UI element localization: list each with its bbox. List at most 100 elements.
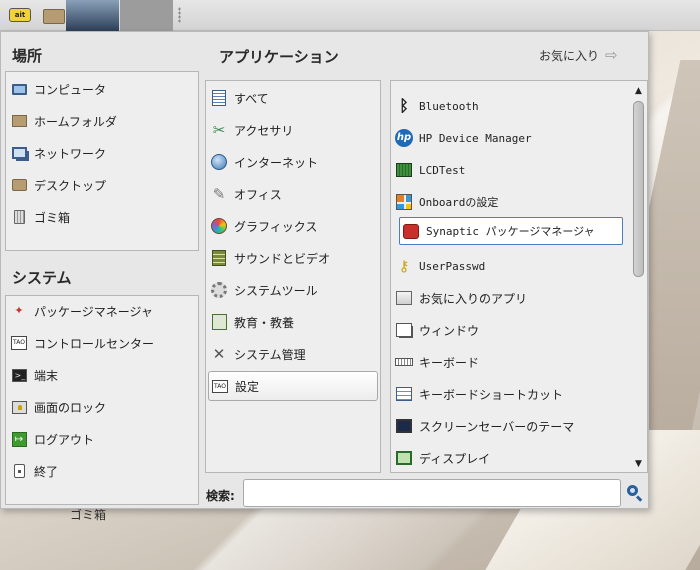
scroll-down-icon[interactable]: ▼ — [632, 458, 645, 470]
system-item-control-center[interactable]: TAO コントロールセンター — [10, 330, 154, 356]
places-item-computer[interactable]: コンピュータ — [10, 76, 106, 102]
app-item-synaptic[interactable]: Synaptic パッケージマネージャ — [399, 217, 623, 245]
places-item-label: コンピュータ — [34, 82, 107, 97]
lock-screen-icon — [10, 398, 28, 416]
package-manager-icon: ✦ — [14, 304, 24, 317]
search-label: 検索: — [206, 489, 235, 503]
places-item-trash[interactable]: ゴミ箱 — [10, 204, 70, 230]
places-item-label: ゴミ箱 — [34, 210, 71, 225]
taskbar-window-active[interactable] — [66, 0, 119, 31]
category-all[interactable]: すべて — [210, 85, 376, 111]
category-label: 教育・教養 — [234, 315, 295, 330]
category-list: すべて ✂ アクセサリ インターネット ✎ オフィス グラフィックス サウンドと… — [205, 80, 381, 473]
system-item-label: ログアウト — [34, 432, 95, 447]
search-icon[interactable] — [626, 484, 644, 502]
app-item-bluetooth[interactable]: ᛒ Bluetooth — [395, 93, 479, 119]
arrow-right-icon: ⇨ — [605, 46, 618, 64]
administration-icon: ✕ — [212, 345, 226, 363]
category-graphics[interactable]: グラフィックス — [210, 213, 376, 239]
category-sound-video[interactable]: サウンドとビデオ — [210, 245, 376, 271]
trash-icon — [10, 208, 28, 226]
sound-video-icon — [210, 249, 228, 267]
window-icon — [395, 321, 413, 339]
menu-launcher[interactable]: ait — [8, 4, 32, 26]
places-item-label: デスクトップ — [34, 178, 107, 193]
system-item-lock-screen[interactable]: 画面のロック — [10, 394, 106, 420]
settings-icon: TAO — [211, 377, 229, 395]
education-icon — [210, 313, 228, 331]
places-item-label: ホームフォルダ — [34, 114, 117, 129]
hp-icon: hp — [395, 129, 413, 147]
places-item-desktop[interactable]: デスクトップ — [10, 172, 106, 198]
category-education[interactable]: 教育・教養 — [210, 309, 376, 335]
application-menu: 場所 コンピュータ ホームフォルダ ネットワーク デスクトップ ゴミ箱 システム… — [0, 31, 649, 509]
folder-icon — [43, 9, 65, 24]
app-item-keyboard-shortcuts[interactable]: キーボードショートカット — [395, 381, 563, 407]
app-item-label: HP Device Manager — [419, 131, 532, 145]
app-item-onboard-settings[interactable]: Onboardの設定 — [395, 189, 498, 215]
logout-icon: ↦ — [10, 430, 28, 448]
app-item-display[interactable]: ディスプレイ — [395, 445, 490, 471]
category-label: アクセサリ — [234, 123, 294, 138]
system-item-package-manager[interactable]: ✦ パッケージマネージャ — [10, 298, 153, 324]
app-item-label: キーボードショートカット — [419, 387, 564, 402]
key-icon: ⚷ — [398, 257, 410, 275]
network-icon — [10, 144, 28, 162]
category-system-tools[interactable]: システムツール — [210, 277, 376, 303]
keyboard-shortcuts-icon — [395, 385, 413, 403]
category-administration[interactable]: ✕ システム管理 — [210, 341, 376, 367]
app-item-label: キーボード — [419, 355, 480, 370]
home-folder-icon — [10, 112, 28, 130]
app-item-label: Bluetooth — [419, 99, 479, 113]
taskbar-window[interactable] — [120, 0, 173, 31]
system-item-shutdown[interactable]: 終了 — [10, 458, 58, 484]
app-item-label: ディスプレイ — [419, 451, 491, 466]
scrollbar-thumb[interactable] — [633, 101, 644, 277]
places-item-label: ネットワーク — [34, 146, 107, 161]
menu-logo-icon: ait — [9, 8, 31, 22]
places-title: 場所 — [12, 47, 43, 65]
terminal-icon: >_ — [10, 366, 28, 384]
keyboard-icon — [395, 353, 413, 371]
app-item-hp-device-manager[interactable]: hp HP Device Manager — [395, 125, 532, 151]
places-item-network[interactable]: ネットワーク — [10, 140, 106, 166]
system-item-label: 終了 — [34, 464, 59, 479]
system-item-label: 端末 — [34, 368, 59, 383]
app-item-label: スクリーンセーバーのテーマ — [419, 419, 575, 434]
app-item-keyboard[interactable]: キーボード — [395, 349, 479, 375]
app-item-screensaver[interactable]: スクリーンセーバーのテーマ — [395, 413, 574, 439]
category-accessories[interactable]: ✂ アクセサリ — [210, 117, 376, 143]
display-icon — [395, 449, 413, 467]
category-internet[interactable]: インターネット — [210, 149, 376, 175]
app-list-scrollbar[interactable]: ▲ ▼ — [632, 85, 645, 470]
category-office[interactable]: ✎ オフィス — [210, 181, 376, 207]
favorites-link[interactable]: お気に入り ⇨ — [539, 46, 618, 64]
places-item-home[interactable]: ホームフォルダ — [10, 108, 117, 134]
places-list: コンピュータ ホームフォルダ ネットワーク デスクトップ ゴミ箱 — [5, 71, 199, 251]
app-item-window[interactable]: ウィンドウ — [395, 317, 479, 343]
system-item-logout[interactable]: ↦ ログアウト — [10, 426, 94, 452]
search-input[interactable] — [243, 479, 621, 507]
file-manager-launcher[interactable] — [42, 4, 66, 26]
app-item-label: お気に入りのアプリ — [419, 291, 528, 306]
scroll-up-icon[interactable]: ▲ — [632, 85, 645, 97]
app-item-userpasswd[interactable]: ⚷ UserPasswd — [395, 253, 486, 279]
favorites-label: お気に入り — [539, 48, 600, 63]
control-center-icon: TAO — [10, 334, 28, 352]
category-settings[interactable]: TAO 設定 — [208, 371, 378, 401]
system-list: ✦ パッケージマネージャ TAO コントロールセンター >_ 端末 画面のロック… — [5, 295, 199, 505]
app-item-lcdtest[interactable]: LCDTest — [395, 157, 465, 183]
panel-grip-handle[interactable] — [178, 7, 181, 23]
desktop-folder-icon — [10, 176, 28, 194]
system-item-terminal[interactable]: >_ 端末 — [10, 362, 58, 388]
system-item-label: パッケージマネージャ — [34, 304, 153, 319]
onboard-icon — [395, 193, 413, 211]
category-label: システム管理 — [234, 347, 306, 362]
app-item-label: UserPasswd — [419, 259, 486, 273]
system-item-label: 画面のロック — [34, 400, 107, 415]
all-apps-icon — [210, 89, 228, 107]
office-icon: ✎ — [212, 185, 226, 203]
app-list: ᛒ Bluetooth hp HP Device Manager LCDTest… — [390, 80, 648, 473]
app-item-favorite-apps[interactable]: お気に入りのアプリ — [395, 285, 527, 311]
app-item-label: Synaptic パッケージマネージャ — [426, 225, 595, 238]
